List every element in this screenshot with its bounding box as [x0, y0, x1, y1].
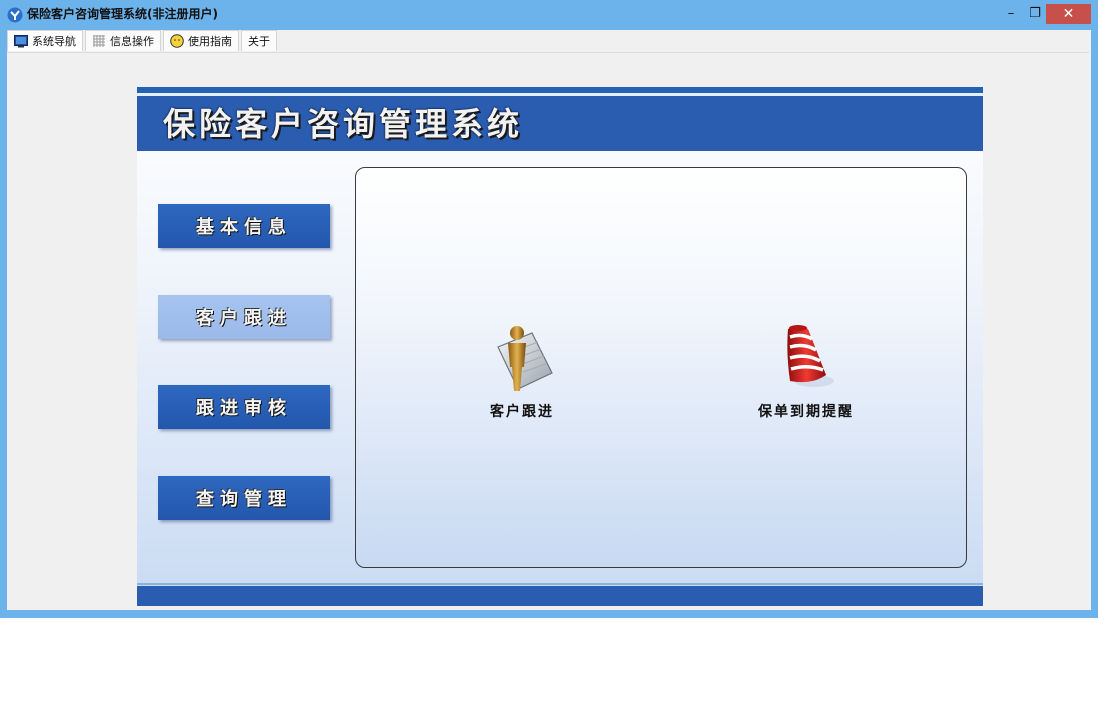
menu-tabs: 系统导航 信息操作 使用指南 关于: [7, 30, 279, 52]
footer-line: [137, 583, 983, 585]
app-logo-icon: [7, 7, 23, 23]
nav-button-query-management[interactable]: 查询管理: [158, 476, 330, 520]
tab-label: 信息操作: [110, 35, 154, 48]
title-bar[interactable]: 保险客户咨询管理系统(非注册用户) – ❐ ✕: [0, 0, 1098, 30]
nav-button-customer-followup[interactable]: 客户跟进: [158, 295, 330, 339]
minimize-button[interactable]: –: [1000, 4, 1022, 24]
alarm-bell-icon: [787, 325, 834, 387]
tab-label: 使用指南: [188, 35, 232, 48]
monitor-icon: [14, 35, 28, 48]
close-button[interactable]: ✕: [1046, 4, 1091, 24]
tab-user-guide[interactable]: 使用指南: [163, 30, 239, 51]
nav-button-basic-info[interactable]: 基本信息: [158, 204, 330, 248]
tab-separator: [7, 52, 1089, 53]
restore-button[interactable]: ❐: [1024, 4, 1046, 24]
client-area: 系统导航 信息操作 使用指南 关于 保险客户咨询管理系统 基本信息 客户跟进 跟…: [7, 30, 1091, 610]
user-document-icon: [497, 326, 553, 391]
smiley-icon: [170, 34, 184, 48]
tab-system-nav[interactable]: 系统导航: [7, 30, 83, 51]
footer-bar: [137, 586, 983, 606]
tab-label: 关于: [248, 35, 270, 48]
app-window: 保险客户咨询管理系统(非注册用户) – ❐ ✕ 系统导航 信息操作 使用指南 关…: [0, 0, 1098, 618]
window-title: 保险客户咨询管理系统(非注册用户): [27, 7, 218, 21]
system-title: 保险客户咨询管理系统: [163, 105, 524, 143]
tab-label: 系统导航: [32, 35, 76, 48]
tab-info-ops[interactable]: 信息操作: [85, 30, 161, 51]
feature-label: 保单到期提醒: [758, 404, 854, 420]
main-panel: 保险客户咨询管理系统 基本信息 客户跟进 跟进审核 查询管理 客户跟进 保单到期…: [137, 87, 983, 606]
nav-button-followup-review[interactable]: 跟进审核: [158, 385, 330, 429]
feature-customer-followup[interactable]: 客户跟进: [472, 323, 572, 421]
feature-policy-expiry-reminder[interactable]: 保单到期提醒: [741, 323, 871, 421]
header-banner: 保险客户咨询管理系统: [137, 96, 983, 151]
grid-icon: [93, 35, 105, 47]
feature-label: 客户跟进: [490, 404, 554, 420]
content-box: 客户跟进 保单到期提醒: [355, 167, 967, 568]
tab-about[interactable]: 关于: [241, 30, 277, 51]
